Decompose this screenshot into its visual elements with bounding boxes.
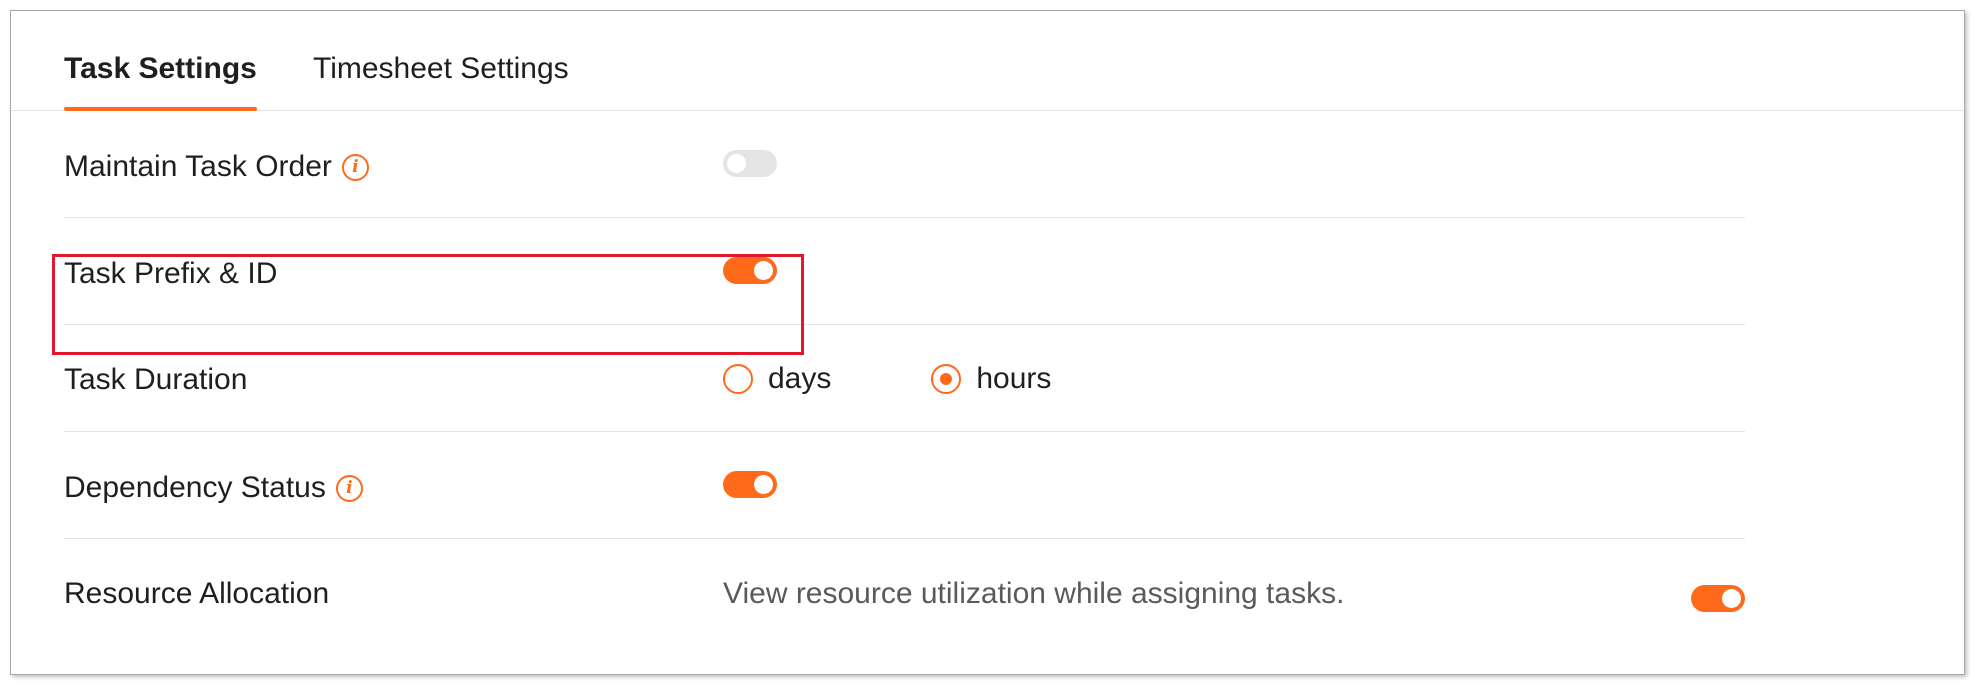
tab-task-settings[interactable]: Task Settings <box>64 51 257 111</box>
resource-allocation-label: Resource Allocation <box>64 577 330 610</box>
task-duration-label: Task Duration <box>64 363 248 396</box>
radio-days[interactable] <box>723 364 753 394</box>
radio-option-days[interactable]: days <box>723 362 831 396</box>
toggle-knob <box>754 261 773 280</box>
toggle-knob <box>727 154 746 173</box>
setting-row-task-duration: Task Duration days hours <box>64 325 1745 432</box>
dependency-status-label-group: Dependency Status i <box>64 471 363 505</box>
maintain-task-order-label-group: Maintain Task Order i <box>64 150 369 184</box>
maintain-task-order-label: Maintain Task Order <box>64 150 332 183</box>
tab-timesheet-settings[interactable]: Timesheet Settings <box>313 51 569 111</box>
setting-row-task-prefix-id: Task Prefix & ID <box>64 218 1745 325</box>
task-prefix-id-toggle[interactable] <box>723 257 777 284</box>
radio-hours[interactable] <box>931 364 962 394</box>
info-icon[interactable]: i <box>335 474 363 502</box>
radio-option-hours[interactable]: hours <box>931 362 1051 396</box>
toggle-knob <box>754 475 773 494</box>
task-prefix-id-label: Task Prefix & ID <box>64 257 278 290</box>
tab-bar: Task Settings Timesheet Settings <box>11 11 1964 111</box>
setting-row-dependency-status: Dependency Status i <box>64 432 1745 539</box>
task-duration-label-group: Task Duration <box>64 363 247 397</box>
tab-timesheet-settings-label: Timesheet Settings <box>313 52 569 85</box>
toggle-knob <box>1722 589 1741 608</box>
dependency-status-label: Dependency Status <box>64 471 326 504</box>
tab-task-settings-label: Task Settings <box>64 52 257 85</box>
setting-row-resource-allocation: Resource Allocation View resource utiliz… <box>64 539 1745 646</box>
resource-allocation-label-group: Resource Allocation <box>64 577 329 611</box>
radio-days-label: days <box>768 362 832 395</box>
task-duration-radio-group: days hours <box>723 362 1051 396</box>
radio-hours-label: hours <box>976 362 1052 395</box>
setting-row-maintain-task-order: Maintain Task Order i <box>64 111 1745 218</box>
task-prefix-id-label-group: Task Prefix & ID <box>64 257 277 291</box>
settings-panel: Task Settings Timesheet Settings Maintai… <box>10 10 1965 675</box>
maintain-task-order-toggle[interactable] <box>723 150 777 177</box>
resource-allocation-toggle[interactable] <box>1691 585 1745 612</box>
dependency-status-toggle[interactable] <box>723 471 777 498</box>
info-icon[interactable]: i <box>341 153 369 181</box>
resource-allocation-description: View resource utilization while assignin… <box>723 577 1345 610</box>
